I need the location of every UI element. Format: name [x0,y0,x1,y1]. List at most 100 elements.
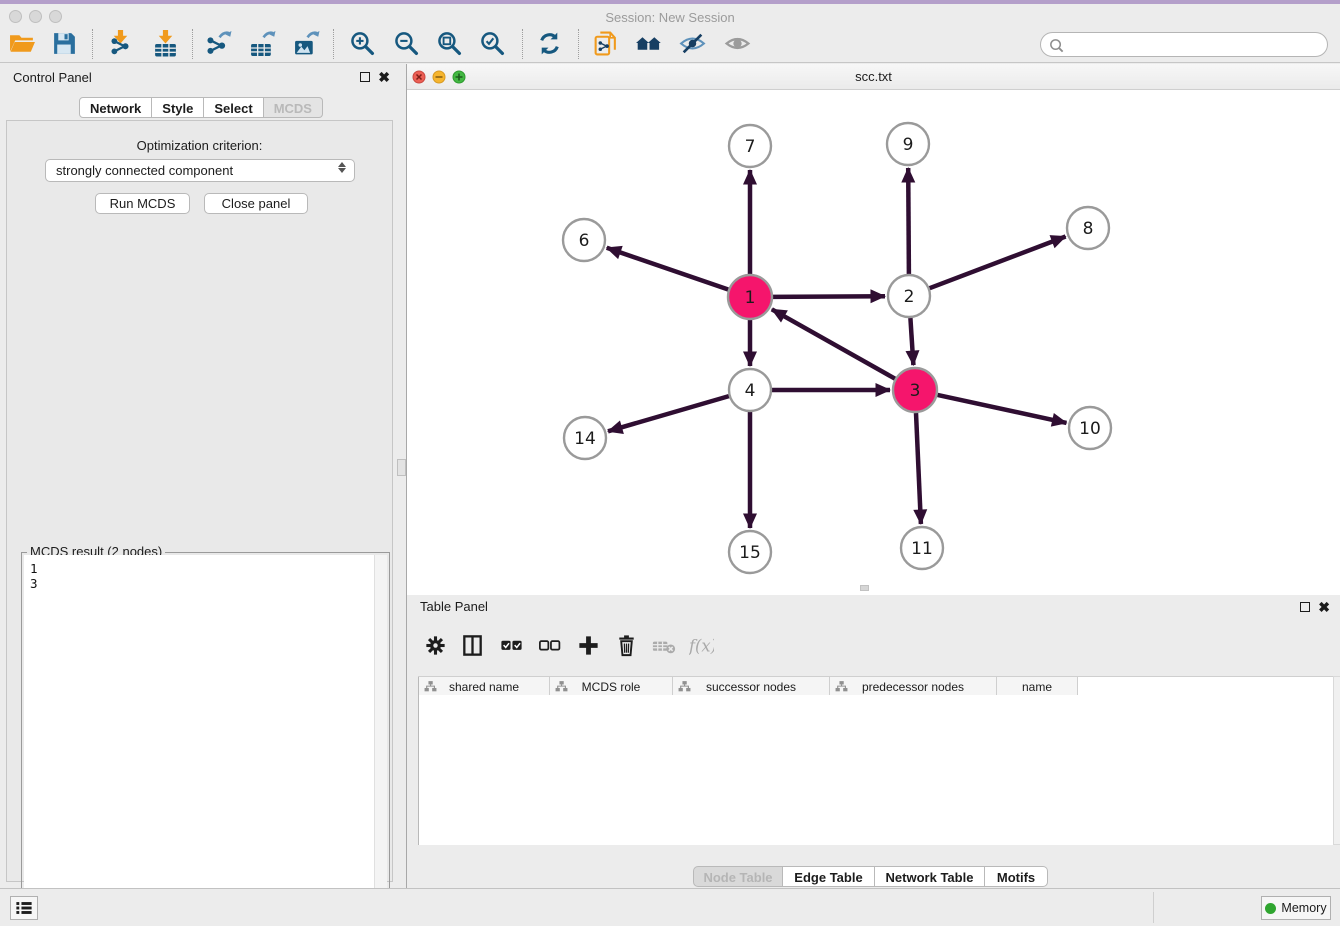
zoom-fit-button[interactable] [432,30,466,60]
tab-network[interactable]: Network [79,97,152,118]
graph-node-label-9: 9 [903,135,914,155]
apply-layout-button[interactable] [532,30,566,60]
mcds-result-group: MCDS result (2 nodes) 13 [21,552,390,926]
tab-edge-table[interactable]: Edge Table [783,866,875,887]
tab-select[interactable]: Select [204,97,263,118]
toggle-view-button [720,30,754,60]
task-history-button[interactable] [10,896,38,920]
column-header-MCDS-role[interactable]: MCDS role [550,677,673,697]
toolbar-separator [333,29,334,59]
table-options-gear-button[interactable] [418,632,452,662]
clone-network-button[interactable] [588,30,622,60]
tab-mcds[interactable]: MCDS [264,97,323,118]
export-image-button[interactable] [289,30,323,60]
network-canvas[interactable]: 7 9 6 8 1 2 4 3 14 10 15 11 [407,90,1340,595]
toolbar-separator [522,29,523,59]
export-image-icon [293,30,320,60]
export-table-button[interactable] [245,30,279,60]
clone-network-icon [592,30,619,60]
table-scrollbar[interactable] [1333,676,1340,845]
optimization-criterion-select[interactable]: strongly connected component [45,159,355,182]
plus-icon [576,633,601,661]
import-network-button[interactable] [103,30,137,60]
network-splitter-handle[interactable] [860,585,869,591]
graph-edge-2-3[interactable] [910,318,913,365]
style-eye-icon [679,30,706,60]
graph-edge-2-8[interactable] [930,237,1066,289]
column-header-successor-nodes[interactable]: successor nodes [673,677,830,697]
graph-node-label-10: 10 [1079,419,1101,439]
column-header-predecessor-nodes[interactable]: predecessor nodes [830,677,997,697]
graph-edge-3-11[interactable] [916,413,921,524]
graph-node-label-14: 14 [574,429,596,449]
eye-icon [724,30,751,60]
zoom-in-button[interactable] [345,30,379,60]
select-chevrons-icon [338,162,346,173]
close-panel-button[interactable]: Close panel [204,193,308,214]
home-pair-icon [635,30,662,60]
mcds-result-scrollbar[interactable] [374,555,387,926]
mcds-result-line: 1 [30,561,387,576]
search-icon [1048,37,1065,54]
zoom-in-icon [349,30,376,60]
hierarchy-icon [835,680,848,693]
export-network-button[interactable] [201,30,235,60]
table-panel-title: Table Panel [420,599,488,614]
graph-node-label-6: 6 [579,231,590,251]
zoom-out-icon [393,30,420,60]
graph-node-label-8: 8 [1083,219,1094,239]
run-mcds-button[interactable]: Run MCDS [95,193,190,214]
split-table-view-button[interactable] [455,632,489,662]
tab-network-table[interactable]: Network Table [875,866,985,887]
toggle-style-button[interactable] [675,30,709,60]
graph-edge-3-1[interactable] [772,309,895,378]
column-header-name[interactable]: name [997,677,1078,697]
gear-icon [423,633,448,661]
select-all-rows-button[interactable] [494,632,528,662]
export-table-icon [249,30,276,60]
function-builder-button: f(x) [684,632,718,662]
import-table-icon [152,30,179,60]
save-session-button[interactable] [47,30,81,60]
folder-open-icon [9,30,36,60]
optimization-criterion-label: Optimization criterion: [7,138,392,153]
memory-label: Memory [1281,901,1326,915]
show-networks-home-button[interactable] [631,30,665,60]
control-panel-title: Control Panel [13,70,92,85]
import-table-button[interactable] [148,30,182,60]
tab-style[interactable]: Style [152,97,204,118]
float-table-panel-icon[interactable] [1300,602,1310,612]
hierarchy-icon [555,680,568,693]
search-input[interactable] [1067,35,1323,56]
memory-button[interactable]: Memory [1261,896,1331,920]
float-panel-icon[interactable] [360,72,370,82]
save-icon [51,30,78,60]
network-title: scc.txt [407,69,1340,84]
mcds-panel: Optimization criterion: strongly connect… [6,120,393,882]
close-table-panel-icon[interactable]: ✖ [1318,601,1330,613]
delete-columns-button[interactable] [609,632,643,662]
graph-node-label-2: 2 [904,287,915,307]
vertical-splitter-handle[interactable] [397,459,406,476]
graph-edge-1-6[interactable] [607,248,729,290]
tab-motifs[interactable]: Motifs [985,866,1048,887]
graph-edge-2-9[interactable] [908,168,909,274]
zoom-selected-button[interactable] [475,30,509,60]
hierarchy-icon [678,680,691,693]
create-column-button[interactable] [571,632,605,662]
graph-edge-1-2[interactable] [773,296,885,297]
close-panel-icon[interactable]: ✖ [378,71,390,83]
graph-edge-3-10[interactable] [938,395,1067,423]
fx-icon: f(x) [689,633,714,661]
column-header-shared-name[interactable]: shared name [419,677,550,697]
graph-node-label-1: 1 [745,288,756,308]
deselect-all-rows-button[interactable] [532,632,566,662]
graph-node-label-11: 11 [911,539,933,559]
mcds-result-text[interactable]: 13 [24,555,387,926]
tab-node-table[interactable]: Node Table [693,866,783,887]
zoom-out-button[interactable] [389,30,423,60]
open-session-button[interactable] [5,30,39,60]
task-list-icon [13,897,35,919]
graph-edge-4-14[interactable] [608,396,729,431]
search-box[interactable] [1040,32,1328,57]
